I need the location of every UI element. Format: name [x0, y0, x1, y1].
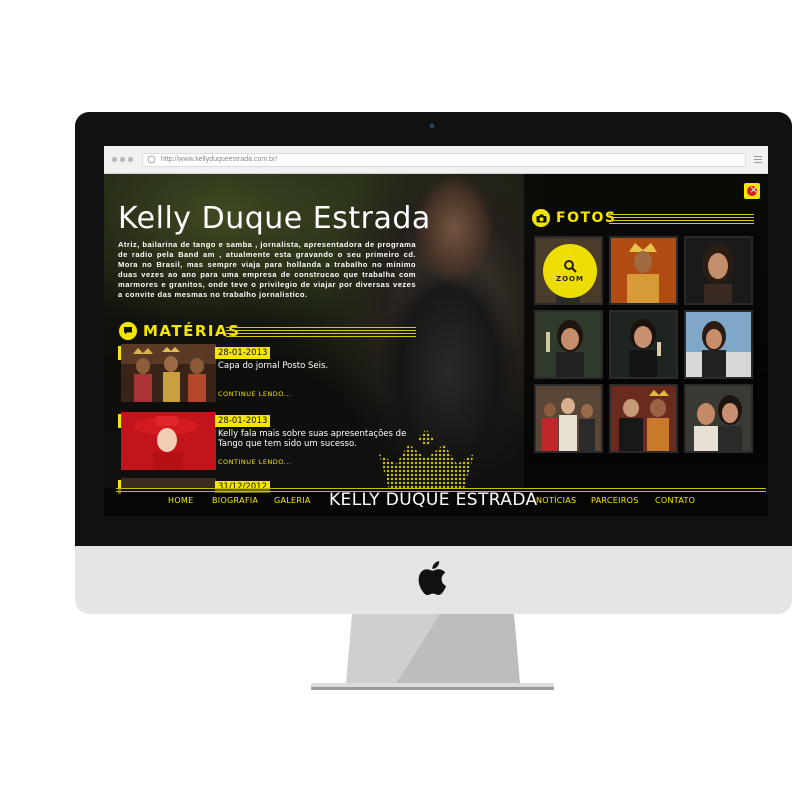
article-thumbnail[interactable] [121, 344, 216, 402]
site-title: Kelly Duque Estrada [118, 201, 431, 236]
nav-contato[interactable]: CONTATO [655, 496, 695, 505]
gallery-photo[interactable]: ZOOM [534, 236, 603, 305]
biography-text: Atriz, bailarina de tango e samba , jorn… [118, 240, 416, 300]
webcam-icon [428, 122, 436, 130]
article-date: 28-01-2013 [215, 415, 271, 427]
zoom-label: ZOOM [556, 275, 584, 283]
gallery-photo[interactable] [609, 310, 678, 379]
nav-biografia[interactable]: BIOGRAFIA [212, 496, 258, 505]
nav-noticias[interactable]: NOTÍCIAS [536, 496, 576, 505]
continue-reading-link[interactable]: CONTINUE LENDO... [218, 390, 291, 398]
continue-reading-link[interactable]: CONTINUE LENDO... [218, 458, 291, 466]
gallery-photo[interactable] [609, 384, 678, 453]
heading-stripes [226, 327, 416, 339]
nav-home[interactable]: HOME [168, 496, 193, 505]
article-item[interactable]: 28-01-2013 Kelly fala mais sobre suas ap… [118, 412, 418, 474]
fotos-label: FOTOS [556, 210, 617, 226]
gallery-photo[interactable] [534, 384, 603, 453]
window-controls[interactable] [112, 157, 133, 162]
article-summary: Capa do jornal Posto Seis. [218, 361, 329, 371]
apple-logo-icon [418, 561, 447, 596]
browser-toolbar: http://www.kellyduqueestrada.com.br/ [104, 146, 768, 174]
gallery-photo[interactable] [684, 236, 753, 305]
gallery-photo[interactable] [684, 310, 753, 379]
nav-galeria[interactable]: GALERIA [274, 496, 311, 505]
article-item[interactable]: 28-01-2013 Capa do jornal Posto Seis. CO… [118, 344, 418, 406]
article-thumbnail[interactable] [121, 412, 216, 470]
comment-icon [119, 322, 137, 340]
heading-stripes [609, 214, 754, 226]
website-page: Kelly Duque Estrada Atriz, bailarina de … [104, 174, 768, 516]
materias-heading: MATÉRIAS [119, 322, 240, 340]
nav-parceiros[interactable]: PARCEIROS [591, 496, 639, 505]
gallery-photo[interactable] [534, 310, 603, 379]
nav-brand-logo[interactable]: KELLY DUQUE ESTRADA [326, 490, 541, 510]
article-date: 28-01-2013 [215, 347, 271, 359]
page-icon [147, 155, 156, 164]
gallery-photo[interactable] [684, 384, 753, 453]
search-icon [564, 260, 577, 273]
close-icon[interactable] [744, 183, 760, 199]
gallery-photo[interactable] [609, 236, 678, 305]
zoom-overlay[interactable]: ZOOM [543, 244, 597, 298]
address-bar[interactable]: http://www.kellyduqueestrada.com.br/ [142, 153, 746, 167]
fotos-heading: FOTOS [532, 209, 617, 227]
main-navigation: HOME BIOGRAFIA GALERIA KELLY DUQUE ESTRA… [104, 488, 768, 516]
hamburger-menu-icon[interactable] [754, 156, 762, 164]
camera-icon [532, 209, 550, 227]
browser-window: http://www.kellyduqueestrada.com.br/ Kel… [104, 146, 768, 516]
crown-logo-icon [379, 429, 474, 489]
